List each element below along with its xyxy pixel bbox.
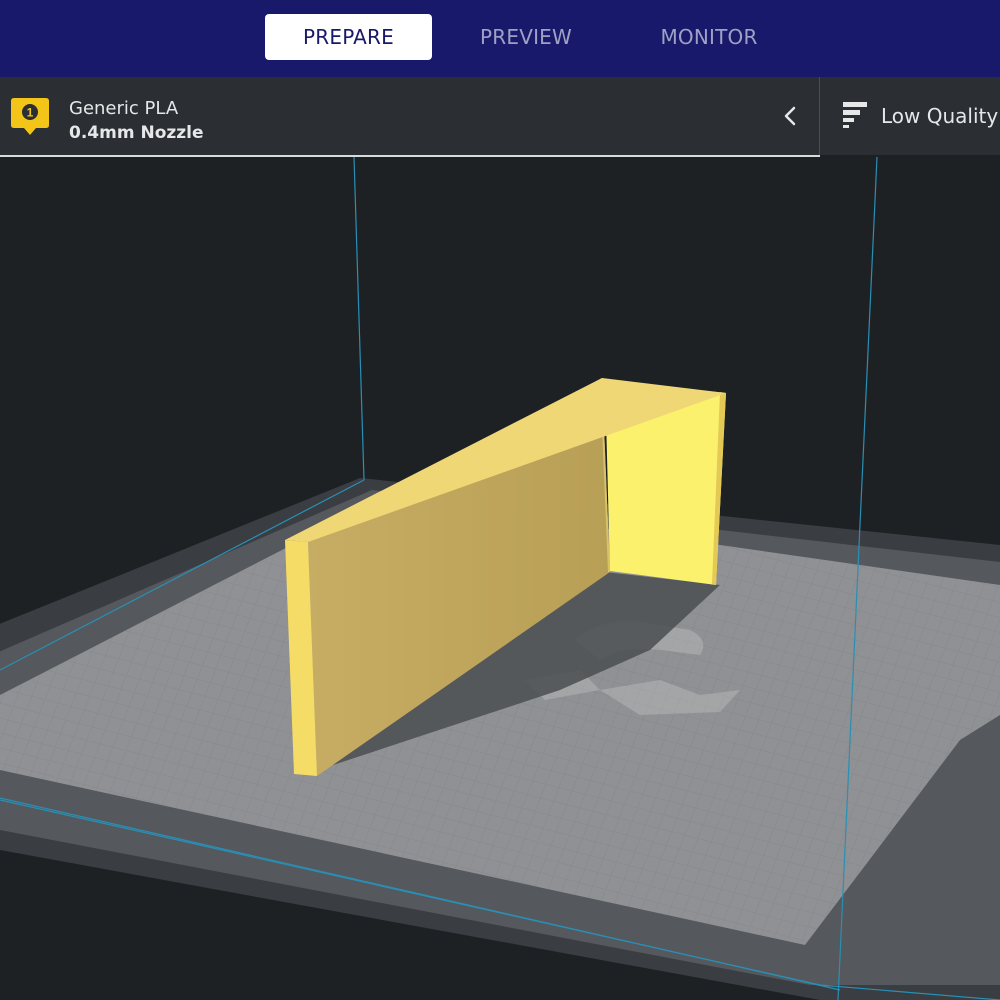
quality-bars-icon (843, 102, 867, 128)
viewport-scene (0, 157, 1000, 1000)
3d-viewport[interactable] (0, 157, 1000, 1000)
cura-window: PREPARE PREVIEW MONITOR 1 Generic PLA 0.… (0, 0, 1000, 1000)
extruder-badge-icon: 1 (11, 98, 49, 135)
config-divider (819, 77, 820, 157)
tab-prepare[interactable]: PREPARE (265, 14, 432, 60)
tab-monitor[interactable]: MONITOR (628, 14, 790, 60)
tab-preview[interactable]: PREVIEW (445, 14, 607, 60)
quality-profile-label: Low Quality (881, 104, 999, 128)
stage-menu-header: PREPARE PREVIEW MONITOR (0, 0, 1000, 77)
material-name: Generic PLA (69, 98, 179, 119)
extruder-number: 1 (27, 106, 34, 120)
nozzle-name: 0.4mm Nozzle (69, 123, 204, 143)
collapse-chevron-left-icon[interactable] (776, 98, 804, 134)
